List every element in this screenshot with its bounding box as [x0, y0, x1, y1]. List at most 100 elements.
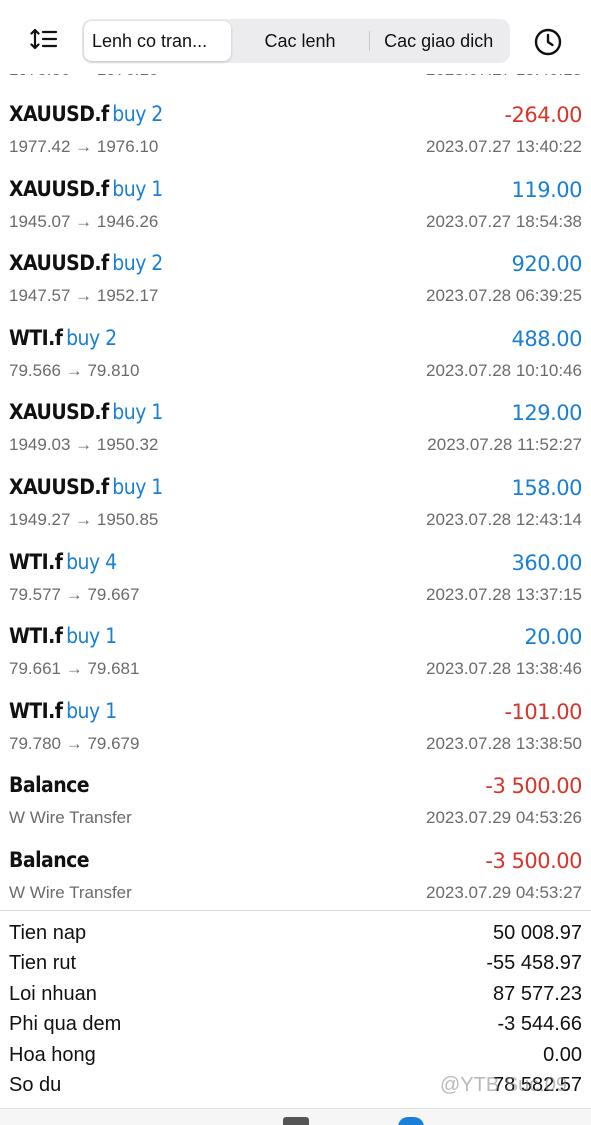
tab-deals[interactable]: Cac giao dich [369, 21, 508, 61]
deal-side: buy 4 [66, 549, 117, 574]
deal-symbol: Balance [9, 848, 93, 872]
summary-row: Tien nap 50 008.97 [0, 918, 591, 948]
list-item[interactable]: XAUUSD.f buy 2 -264.00 1977.42 → 1976.10 202… [0, 95, 591, 170]
deal-prices: W Wire Transfer [9, 808, 132, 828]
deal-profit: -101.00 [504, 699, 582, 724]
deals-list[interactable]: 1975.80 → 1976.10 2023.07.27 13:40:13 XA… [0, 0, 591, 910]
tab-quotes-icon[interactable] [50, 1117, 76, 1125]
summary-label: Tien nap [9, 922, 87, 944]
deal-prices: 1949.27 → 1950.85 [9, 510, 159, 529]
deal-time: 2023.07.29 04:53:27 [426, 883, 582, 902]
summary-row: Phi qua dem -3 544.66 [0, 1009, 591, 1039]
deal-symbol: WTI.f buy 4 [9, 550, 117, 574]
deal-prices: 1949.03 → 1950.32 [9, 435, 159, 455]
deal-time: 2023.07.29 04:53:26 [426, 808, 582, 828]
deal-time: 2023.07.28 13:38:50 [426, 733, 582, 753]
sort-button[interactable] [26, 22, 62, 56]
deal-symbol: WTI.f buy 1 [9, 624, 117, 648]
deal-profit: 20.00 [524, 625, 582, 650]
deal-time: 2023.07.28 11:52:27 [427, 435, 582, 455]
list-item[interactable]: XAUUSD.f buy 1 119.00 1945.07 → 1946.26 2023… [0, 170, 591, 245]
symbol-text: Balance [9, 773, 90, 798]
deal-time: 2023.07.28 10:10:46 [426, 360, 582, 380]
sort-arrows-icon [30, 28, 58, 50]
list-item[interactable]: XAUUSD.f buy 1 129.00 1949.03 → 1950.32 2023… [0, 393, 591, 468]
deal-side: buy 1 [66, 698, 117, 723]
symbol-text: XAUUSD.f [9, 251, 109, 276]
deal-profit: -3 500.00 [485, 849, 582, 873]
deal-side: buy 1 [112, 400, 163, 425]
deal-profit: 158.00 [511, 476, 583, 500]
clock-icon [534, 28, 562, 56]
deal-profit: 920.00 [511, 252, 583, 277]
tab-orders[interactable]: Cac lenh [231, 21, 370, 61]
tab-trade-icon[interactable] [283, 1117, 309, 1125]
symbol-text: XAUUSD.f [9, 475, 109, 499]
deal-symbol: XAUUSD.f buy 2 [9, 102, 163, 126]
summary-row: Hoa hong 0.00 [0, 1040, 591, 1070]
tab-history-icon[interactable] [398, 1117, 424, 1125]
summary-label: So du [9, 1073, 62, 1096]
deal-prices: 79.566 → 79.810 [9, 360, 140, 380]
list-item[interactable]: WTI.f buy 2 488.00 79.566 → 79.810 2023.07.2… [0, 319, 591, 394]
list-item[interactable]: WTI.f buy 4 360.00 79.577 → 79.667 2023.07.2… [0, 543, 591, 618]
deal-time: 2023.07.28 06:39:25 [426, 286, 582, 306]
summary-label: Hoa hong [9, 1043, 96, 1066]
summary-value: 50 008.97 [493, 922, 582, 944]
deal-profit: 129.00 [511, 401, 583, 426]
symbol-text: WTI.f [9, 325, 63, 350]
history-period-button[interactable] [532, 26, 564, 58]
list-item[interactable]: Balance -3 500.00 W Wire Transfer 2023.07.2… [0, 841, 591, 910]
deal-profit: 119.00 [511, 177, 583, 202]
symbol-text: XAUUSD.f [9, 102, 109, 126]
list-item[interactable]: XAUUSD.f buy 2 920.00 1947.57 → 1952.17 2023… [0, 244, 591, 319]
summary-panel: Tien nap 50 008.97 Tien rut -55 458.97 Loi n… [0, 918, 591, 1100]
deal-prices: 79.780 → 79.679 [9, 733, 140, 753]
summary-label: Tien rut [9, 952, 77, 975]
deal-symbol: XAUUSD.f buy 1 [9, 475, 163, 499]
deal-prices: 79.577 → 79.667 [9, 584, 140, 604]
list-item[interactable]: WTI.f buy 1 20.00 79.661 → 79.681 2023.07.28… [0, 617, 591, 692]
symbol-text: WTI.f [9, 549, 63, 574]
summary-value: -3 544.66 [497, 1013, 582, 1036]
deal-prices: 1945.07 → 1946.26 [9, 211, 159, 231]
summary-row: Tien rut -55 458.97 [0, 948, 591, 978]
list-item[interactable]: Balance -3 500.00 W Wire Transfer 2023.07.2… [0, 766, 591, 841]
deal-time: 2023.07.28 13:38:46 [426, 659, 582, 679]
summary-label: Loi nhuan [9, 982, 97, 1005]
deal-prices: W Wire Transfer [9, 883, 132, 902]
deal-prices: 79.661 → 79.681 [9, 659, 140, 679]
deal-side: buy 2 [112, 251, 163, 276]
deal-side: buy 1 [112, 475, 163, 499]
deal-profit: 360.00 [511, 550, 583, 575]
segmented-control: Lenh co tran... Cac lenh Cac giao dich [82, 19, 510, 63]
top-toolbar: Lenh co tran... Cac lenh Cac giao dich [0, 0, 591, 74]
tab-open-orders[interactable]: Lenh co tran... [84, 21, 231, 61]
deal-symbol: XAUUSD.f buy 2 [9, 251, 163, 275]
list-item[interactable]: XAUUSD.f buy 1 158.00 1949.27 → 1950.85 2023… [0, 468, 591, 543]
symbol-text: XAUUSD.f [9, 400, 109, 425]
deal-side: buy 2 [66, 325, 117, 350]
deal-time: 2023.07.28 12:43:14 [426, 510, 582, 529]
symbol-text: WTI.f [9, 698, 63, 723]
list-item[interactable]: WTI.f buy 1 -101.00 79.780 → 79.679 2023.07.… [0, 692, 591, 767]
summary-label: Phi qua dem [9, 1013, 122, 1036]
deal-symbol: WTI.f buy 1 [9, 699, 117, 723]
deal-time: 2023.07.27 18:54:38 [426, 211, 582, 231]
tab-settings-icon[interactable] [512, 1117, 538, 1125]
symbol-text: XAUUSD.f [9, 176, 109, 201]
deal-symbol: WTI.f buy 2 [9, 326, 117, 350]
deal-profit: -264.00 [504, 103, 582, 127]
deal-side: buy 1 [112, 176, 163, 201]
summary-value: 0.00 [543, 1043, 582, 1066]
deal-side: buy 2 [112, 102, 163, 126]
deal-side: buy 1 [66, 624, 117, 649]
deal-symbol: Balance [9, 773, 93, 797]
summary-divider [0, 910, 591, 911]
tab-chart-icon[interactable] [165, 1117, 191, 1125]
deal-profit: -3 500.00 [485, 774, 582, 799]
summary-value: -55 458.97 [486, 952, 582, 975]
symbol-text: Balance [9, 848, 90, 872]
summary-row: Loi nhuan 87 577.23 [0, 979, 591, 1009]
deal-profit: 488.00 [511, 326, 583, 351]
